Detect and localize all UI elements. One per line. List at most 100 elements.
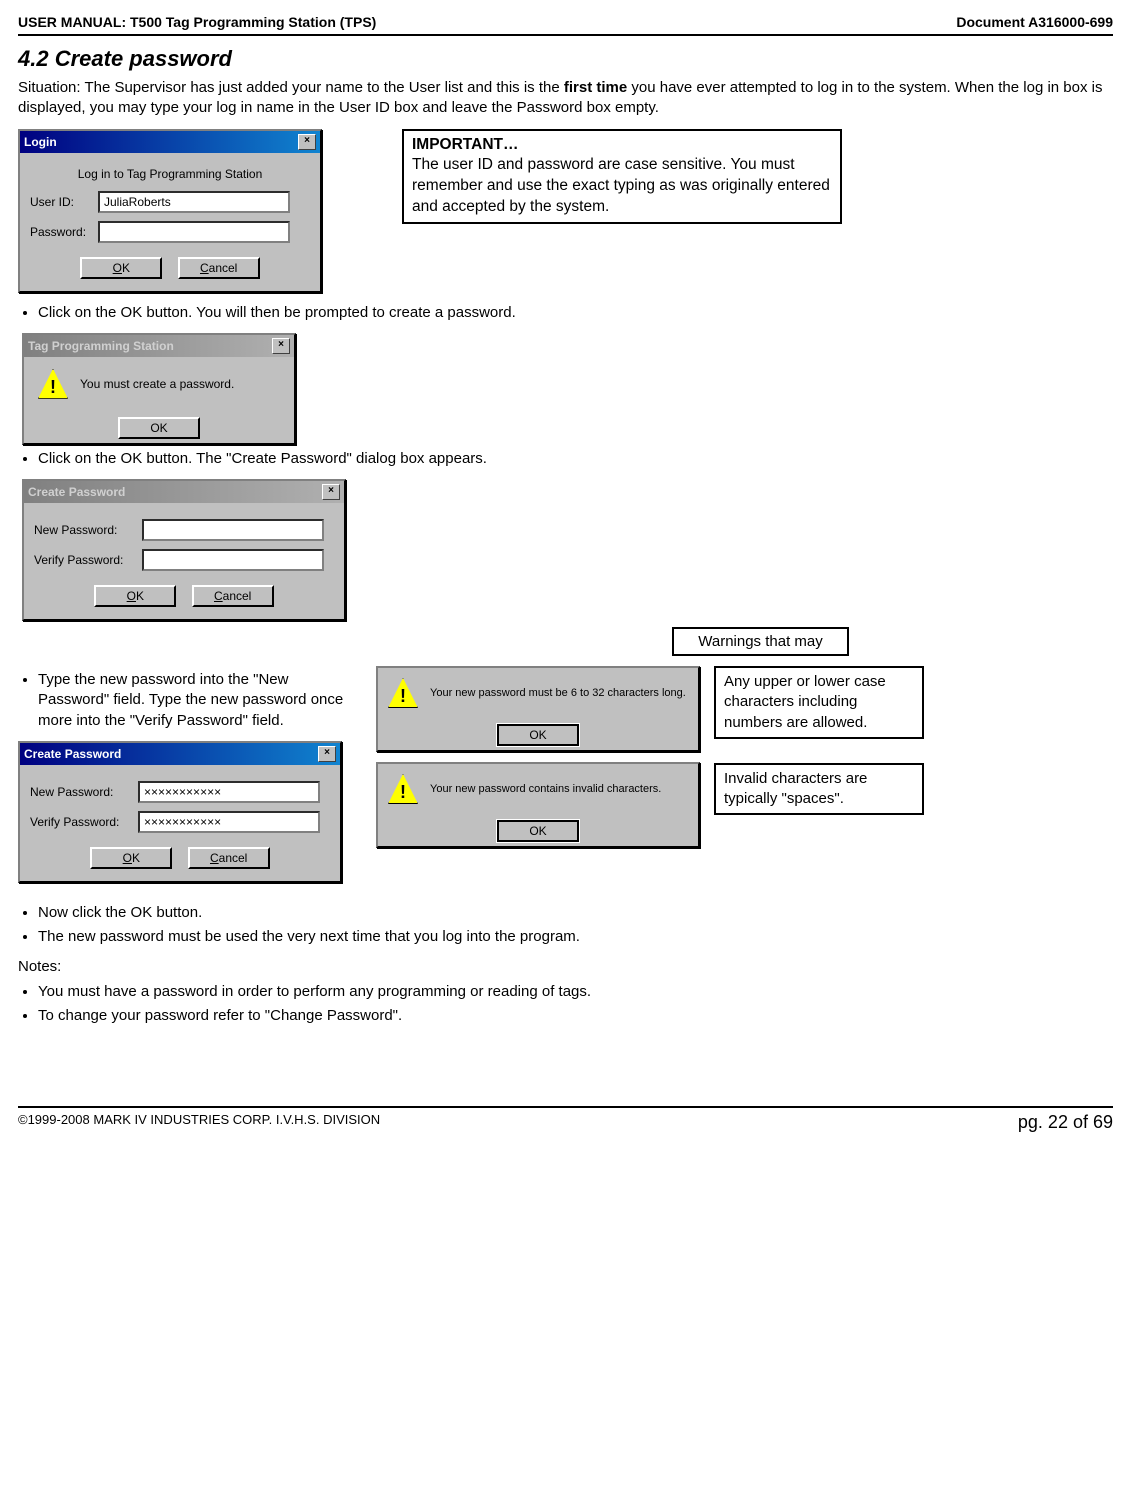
ok-button[interactable]: OK xyxy=(497,724,579,746)
login-body: Log in to Tag Programming Station User I… xyxy=(20,153,320,291)
verify-password-input[interactable] xyxy=(142,549,324,571)
header-left: USER MANUAL: T500 Tag Programming Statio… xyxy=(18,14,376,30)
msg1-button-row: OK xyxy=(24,411,294,443)
create-button-row: OK Cancel xyxy=(34,579,334,611)
warning-length-dialog: ! Your new password must be 6 to 32 char… xyxy=(376,666,700,752)
login-and-important-row: Login × Log in to Tag Programming Statio… xyxy=(18,129,1113,293)
msg1-title: Tag Programming Station xyxy=(28,339,174,353)
ok-button[interactable]: OK xyxy=(497,820,579,842)
bullet-type-list: Type the new password into the "New Pass… xyxy=(38,670,358,731)
page-header: USER MANUAL: T500 Tag Programming Statio… xyxy=(18,14,1113,30)
intro-bold: first time xyxy=(564,79,627,96)
warning-invalid-dialog: ! Your new password contains invalid cha… xyxy=(376,762,700,848)
password-input[interactable] xyxy=(98,221,290,243)
login-titlebar: Login × xyxy=(20,131,320,153)
login-dialog: Login × Log in to Tag Programming Statio… xyxy=(18,129,322,293)
important-callout: IMPORTANT… The user ID and password are … xyxy=(402,129,842,225)
msg1-body: ! You must create a password. xyxy=(24,357,294,411)
warn1-text: Your new password must be 6 to 32 charac… xyxy=(430,687,686,699)
footer-rule xyxy=(18,1106,1113,1108)
warning-icon: ! xyxy=(388,774,418,804)
footer-copyright: ©1999-2008 MARK IV INDUSTRIES CORP. I.V.… xyxy=(18,1112,380,1133)
ok-button[interactable]: OK xyxy=(80,257,162,279)
warn1-button-row: OK xyxy=(378,718,698,750)
verify-password-label: Verify Password: xyxy=(30,815,130,829)
allowed-characters-callout: Any upper or lower case characters inclu… xyxy=(714,666,924,739)
ok-button[interactable]: OK xyxy=(94,585,176,607)
login-subtitle: Log in to Tag Programming Station xyxy=(30,167,310,181)
user-id-label: User ID: xyxy=(30,195,90,209)
warnings-label-box: Warnings that may xyxy=(672,627,849,656)
warning-icon: ! xyxy=(38,369,68,399)
important-body: The user ID and password are case sensit… xyxy=(412,156,830,215)
right-column: Any upper or lower case characters inclu… xyxy=(714,666,924,825)
create-body: New Password: Verify Password: OK Cancel xyxy=(24,503,344,619)
ok-button[interactable]: OK xyxy=(90,847,172,869)
create-filled-title: Create Password xyxy=(24,747,121,761)
must-create-password-dialog: Tag Programming Station × ! You must cre… xyxy=(22,333,296,445)
warn1-body: ! Your new password must be 6 to 32 char… xyxy=(378,668,698,718)
close-icon[interactable]: × xyxy=(322,484,340,500)
bullet-list-3: Now click the OK button. The new passwor… xyxy=(38,903,1113,948)
password-label: Password: xyxy=(30,225,90,239)
verify-password-input[interactable]: ××××××××××× xyxy=(138,811,320,833)
list-item: To change your password refer to "Change… xyxy=(38,1006,1113,1026)
bullet-list-1: Click on the OK button. You will then be… xyxy=(38,303,1113,323)
new-password-row: New Password: xyxy=(34,519,334,541)
header-rule xyxy=(18,34,1113,36)
new-password-input[interactable]: ××××××××××× xyxy=(138,781,320,803)
intro-paragraph: Situation: The Supervisor has just added… xyxy=(18,78,1113,119)
new-password-input[interactable] xyxy=(142,519,324,541)
list-item: You must have a password in order to per… xyxy=(38,982,1113,1002)
msg1-titlebar: Tag Programming Station × xyxy=(24,335,294,357)
msg1-text: You must create a password. xyxy=(80,377,234,391)
list-item: Click on the OK button. The "Create Pass… xyxy=(38,449,1113,469)
verify-password-row-filled: Verify Password: ××××××××××× xyxy=(30,811,330,833)
create-password-dialog-filled: Create Password × New Password: ××××××××… xyxy=(18,741,342,883)
footer-page-number: pg. 22 of 69 xyxy=(1018,1112,1113,1133)
cancel-button[interactable]: Cancel xyxy=(188,847,270,869)
cancel-button[interactable]: Cancel xyxy=(192,585,274,607)
close-icon[interactable]: × xyxy=(272,338,290,354)
new-password-label: New Password: xyxy=(30,785,130,799)
list-item: Now click the OK button. xyxy=(38,903,1113,923)
list-item: Click on the OK button. You will then be… xyxy=(38,303,1113,323)
user-id-input[interactable]: JuliaRoberts xyxy=(98,191,290,213)
password-row: Password: xyxy=(30,221,310,243)
create-filled-button-row: OK Cancel xyxy=(30,841,330,873)
important-title: IMPORTANT… xyxy=(412,136,518,153)
cancel-button[interactable]: Cancel xyxy=(178,257,260,279)
middle-column: ! Your new password must be 6 to 32 char… xyxy=(376,666,696,858)
bullet-list-2: Click on the OK button. The "Create Pass… xyxy=(38,449,1113,469)
close-icon[interactable]: × xyxy=(318,746,336,762)
list-item: The new password must be used the very n… xyxy=(38,927,1113,947)
warn2-text: Your new password contains invalid chara… xyxy=(430,783,661,795)
notes-heading: Notes: xyxy=(18,957,1113,977)
user-id-row: User ID: JuliaRoberts xyxy=(30,191,310,213)
new-password-row-filled: New Password: ××××××××××× xyxy=(30,781,330,803)
verify-password-row: Verify Password: xyxy=(34,549,334,571)
warning-icon: ! xyxy=(388,678,418,708)
warnings-row: Type the new password into the "New Pass… xyxy=(18,666,1113,893)
warn2-body: ! Your new password contains invalid cha… xyxy=(378,764,698,814)
section-title: 4.2 Create password xyxy=(18,46,1113,72)
header-right: Document A316000-699 xyxy=(956,14,1113,30)
create-password-dialog-empty: Create Password × New Password: Verify P… xyxy=(22,479,346,621)
login-button-row: OK Cancel xyxy=(30,251,310,283)
left-column: Type the new password into the "New Pass… xyxy=(18,666,358,893)
create-title: Create Password xyxy=(28,485,125,499)
page-footer: ©1999-2008 MARK IV INDUSTRIES CORP. I.V.… xyxy=(18,1112,1113,1133)
warn2-button-row: OK xyxy=(378,814,698,846)
invalid-characters-callout: Invalid characters are typically "spaces… xyxy=(714,763,924,816)
create-filled-body: New Password: ××××××××××× Verify Passwor… xyxy=(20,765,340,881)
close-icon[interactable]: × xyxy=(298,134,316,150)
notes-list: You must have a password in order to per… xyxy=(38,982,1113,1027)
verify-password-label: Verify Password: xyxy=(34,553,134,567)
ok-button[interactable]: OK xyxy=(118,417,200,439)
new-password-label: New Password: xyxy=(34,523,134,537)
intro-pre: Situation: The Supervisor has just added… xyxy=(18,79,564,96)
create-filled-titlebar: Create Password × xyxy=(20,743,340,765)
login-title: Login xyxy=(24,135,57,149)
list-item: Type the new password into the "New Pass… xyxy=(38,670,358,731)
create-titlebar: Create Password × xyxy=(24,481,344,503)
